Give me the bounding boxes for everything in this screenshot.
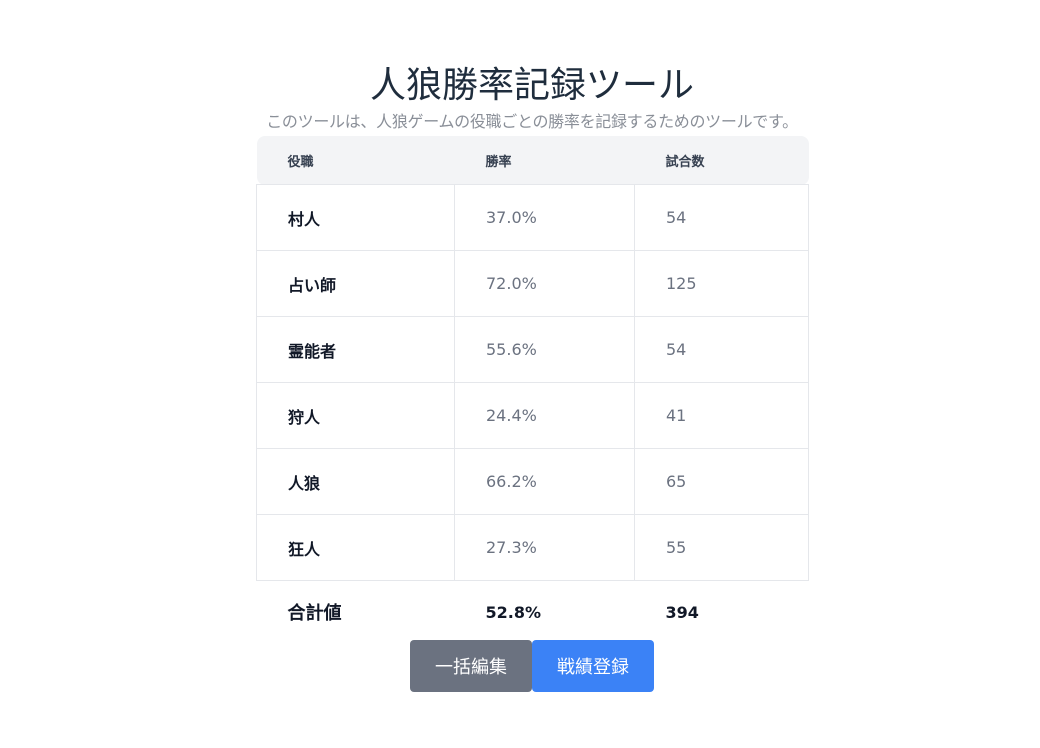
total-row: 合計値 52.8% 394 [257,581,809,644]
record-results-button[interactable]: 戦績登録 [532,640,654,692]
table-row: 霊能者 55.6% 54 [256,316,809,383]
win-rate-table: 役職 勝率 試合数 村人 37.0% 54 占い師 72.0% 125 霊能者 … [256,136,809,643]
table-row: 狂人 27.3% 55 [256,514,809,581]
action-buttons: 一括編集 戦績登録 [256,640,808,692]
total-label: 合計値 [287,603,342,624]
role-cell: 占い師 [256,250,455,317]
page-title: 人狼勝率記録ツール [369,65,694,106]
role-cell: 村人 [256,184,455,251]
win-rate-cell: 24.4% [454,382,635,449]
main-container: 人狼勝率記録ツール このツールは、人狼ゲームの役職ごとの勝率を記録するためのツー… [256,62,809,692]
bulk-edit-button[interactable]: 一括編集 [410,640,532,692]
role-cell: 霊能者 [256,316,455,383]
total-games: 394 [665,602,699,622]
column-header-games: 試合数 [634,136,809,185]
games-cell: 65 [634,448,809,515]
role-cell: 人狼 [256,448,455,515]
role-cell: 狩人 [256,382,455,449]
total-win-rate: 52.8% [485,602,542,622]
table-row: 村人 37.0% 54 [256,184,809,251]
win-rate-cell: 72.0% [454,250,635,317]
role-cell: 狂人 [256,514,455,581]
table-row: 狩人 24.4% 41 [256,382,809,449]
games-cell: 41 [634,382,809,449]
games-cell: 54 [634,316,809,383]
table-header-row: 役職 勝率 試合数 [256,136,809,185]
page-subtitle: このツールは、人狼ゲームの役職ごとの勝率を記録するためのツールです。 [266,112,798,131]
table-row: 人狼 66.2% 65 [256,448,809,515]
win-rate-cell: 37.0% [454,184,635,251]
table-row: 占い師 72.0% 125 [256,250,809,317]
win-rate-cell: 27.3% [454,514,635,581]
column-header-role: 役職 [256,136,455,185]
win-rate-cell: 66.2% [454,448,635,515]
games-cell: 55 [634,514,809,581]
win-rate-cell: 55.6% [454,316,635,383]
games-cell: 54 [634,184,809,251]
games-cell: 125 [634,250,809,317]
column-header-win-rate: 勝率 [454,136,635,185]
